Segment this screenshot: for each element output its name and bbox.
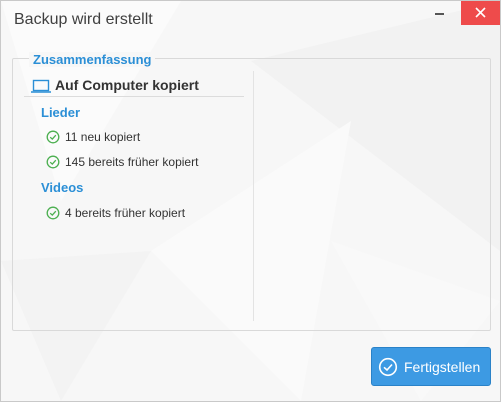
laptop-icon <box>31 79 51 93</box>
item-text: 11 neu kopiert <box>65 130 141 144</box>
check-circle-icon <box>378 357 398 377</box>
backup-dialog: Backup wird erstellt Zusammenfassung Auf… <box>0 0 501 402</box>
check-circle-icon <box>46 155 60 169</box>
window-title: Backup wird erstellt <box>14 11 153 28</box>
item-text: 4 bereits früher kopiert <box>65 206 186 220</box>
close-icon <box>475 7 486 18</box>
summary-legend: Zusammenfassung <box>29 52 156 67</box>
category-label: Lieder <box>41 105 81 120</box>
check-circle-icon <box>46 130 60 144</box>
finish-button-label: Fertigstellen <box>404 359 481 375</box>
summary-group <box>12 58 491 331</box>
close-button[interactable] <box>461 1 500 25</box>
category-label: Videos <box>41 180 84 195</box>
item-text: 145 bereits früher kopiert <box>65 155 199 169</box>
column-divider <box>253 71 254 321</box>
section-title: Auf Computer kopiert <box>55 77 199 93</box>
minimize-icon <box>435 13 444 15</box>
check-circle-icon <box>46 206 60 220</box>
title-bar: Backup wird erstellt <box>1 1 500 41</box>
minimize-button[interactable] <box>422 3 458 27</box>
section-divider <box>24 96 244 97</box>
finish-button[interactable]: Fertigstellen <box>371 347 491 386</box>
